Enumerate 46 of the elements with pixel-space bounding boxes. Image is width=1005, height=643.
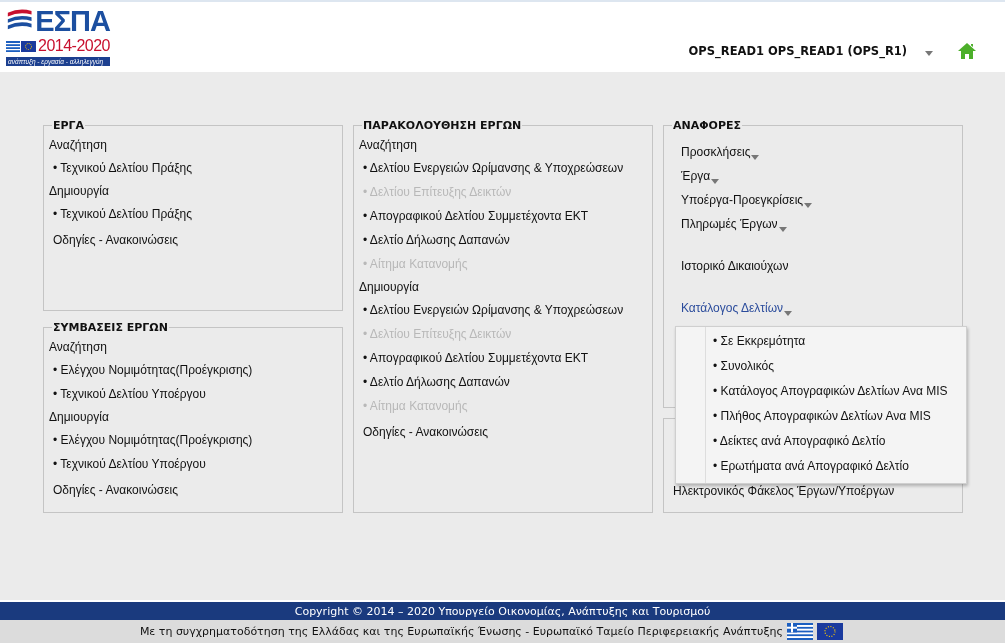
dropdown-item[interactable]: • Σε Εκκρεμότητα xyxy=(713,329,806,354)
report-link[interactable]: Υποέργα-Προεγκρίσεις xyxy=(681,190,813,214)
menu-link[interactable]: • Δελτίο Δήλωσης Δαπανών xyxy=(359,230,510,254)
dropdown-item[interactable]: • Πλήθος Απογραφικών Δελτίων Ανα MIS xyxy=(713,404,931,429)
dropdown-item[interactable]: • Κατάλογος Απογραφικών Δελτίων Ανα MIS xyxy=(713,379,948,404)
menu-link[interactable]: • Τεχνικού Δελτίου Πράξης xyxy=(49,204,192,228)
dropdown-item[interactable]: • Συνολικός xyxy=(713,354,774,379)
panel-title: ΑΝΑΦΟΡΕΣ xyxy=(672,119,743,132)
eu-flag-icon xyxy=(817,623,843,640)
menu-link[interactable]: • Απογραφικού Δελτίου Συμμετέχοντα ΕΚΤ xyxy=(359,348,589,372)
cofunding-text: Με τη συγχρηματοδότηση της Ελλάδας και της Ευρωπαϊκής Ένωσης - Ευρωπαϊκό Ταμείο Περιφερειακής Ανάπτυξης xyxy=(139,625,783,638)
user-name: OPS_READ1 OPS_READ1 (OPS_R1) xyxy=(688,44,907,58)
greek-flag-icon xyxy=(787,623,813,640)
menu-link[interactable]: • Δελτίου Ενεργειών Ωρίμανσης & Υποχρεώσεων xyxy=(359,158,624,182)
section-label: Αναζήτηση xyxy=(49,339,108,356)
section-label: Δημιουργία xyxy=(359,279,420,296)
section-label: Αναζήτηση xyxy=(49,137,108,154)
menu-link[interactable]: • Απογραφικού Δελτίου Συμμετέχοντα ΕΚΤ xyxy=(359,206,589,230)
menu-link[interactable]: • Ελέγχου Νομιμότητας(Προέγκρισης) xyxy=(49,360,253,384)
home-icon[interactable] xyxy=(957,42,977,60)
dropdown-item[interactable]: • Ερωτήματα ανά Απογραφικό Δελτίο xyxy=(713,454,909,479)
menu-link[interactable]: • Ελέγχου Νομιμότητας(Προέγκρισης) xyxy=(49,430,253,454)
report-link[interactable]: Ιστορικό Δικαιούχων xyxy=(681,256,789,280)
panel-title: ΠΑΡΑΚΟΛΟΥΘΗΣΗ ΕΡΓΩΝ xyxy=(362,119,523,132)
section-label: Αναζήτηση xyxy=(359,137,418,154)
logo-years: 2014-2020 xyxy=(38,36,110,56)
menu-link[interactable]: Οδηγίες - Ανακοινώσεις xyxy=(49,230,178,254)
copyright-text: Copyright © 2014 – 2020 Υπουργείο Οικονομίας, Ανάπτυξης και Τουρισμού xyxy=(0,600,1005,620)
dropdown-item[interactable]: • Δείκτες ανά Απογραφικό Δελτίο xyxy=(713,429,886,454)
report-link[interactable]: Πληρωμές Έργων xyxy=(681,214,787,238)
logo-title: ΕΣΠΑ xyxy=(35,6,110,36)
menu-link[interactable]: Οδηγίες - Ανακοινώσεις xyxy=(359,422,488,446)
menu-link[interactable]: Οδηγίες - Ανακοινώσεις xyxy=(49,480,178,504)
menu-link[interactable]: • Δελτίου Ενεργειών Ωρίμανσης & Υποχρεώσεων xyxy=(359,300,624,324)
menu-link[interactable]: • Τεχνικού Δελτίου Υποέργου xyxy=(49,384,206,408)
menu-link[interactable]: • Τεχνικού Δελτίου Πράξης xyxy=(49,158,192,182)
report-link[interactable]: Κατάλογος Δελτίων xyxy=(681,298,793,322)
section-label: Δημιουργία xyxy=(49,183,110,200)
menu-link[interactable]: • Δελτίο Δήλωσης Δαπανών xyxy=(359,372,510,396)
panel-title: ΕΡΓΑ xyxy=(52,119,86,132)
report-link[interactable]: Ηλεκτρονικός Φάκελος Έργων/Υποέργων xyxy=(673,480,895,505)
panel-title: ΣΥΜΒΑΣΕΙΣ ΕΡΓΩΝ xyxy=(52,321,169,334)
report-link[interactable]: Προσκλήσεις xyxy=(681,142,760,166)
section-label: Δημιουργία xyxy=(49,409,110,426)
menu-link[interactable]: • Τεχνικού Δελτίου Υποέργου xyxy=(49,454,206,478)
report-link[interactable]: Έργα xyxy=(681,166,720,190)
